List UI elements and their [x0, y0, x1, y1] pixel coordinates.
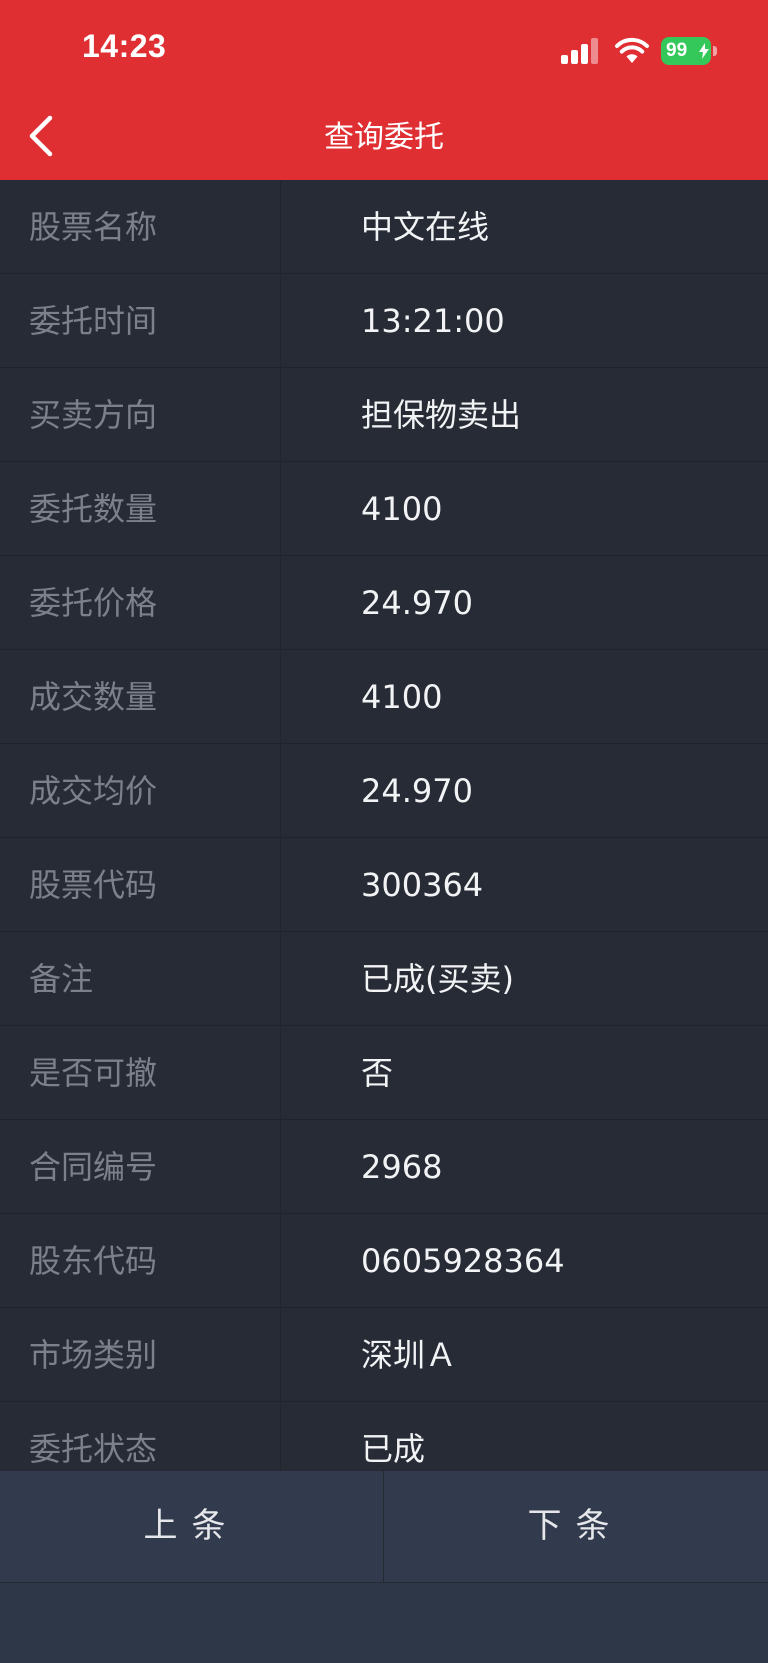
column-divider: [280, 838, 281, 931]
battery-cap: [713, 46, 717, 56]
column-divider: [280, 1308, 281, 1401]
detail-row-market: 市场类别 深圳Ａ: [0, 1308, 768, 1402]
status-time: 14:23: [82, 28, 167, 64]
battery-icon: 99: [661, 37, 719, 65]
page-title: 查询委托: [324, 120, 444, 155]
detail-value: 中文在线: [361, 208, 490, 246]
charging-bolt-icon: [699, 43, 709, 59]
detail-label: 委托时间: [29, 302, 158, 340]
wifi-icon: [615, 37, 649, 63]
column-divider: [280, 1214, 281, 1307]
detail-label: 合同编号: [29, 1148, 158, 1186]
detail-row-average-price: 成交均价 24.970: [0, 744, 768, 838]
detail-row-cancellable: 是否可撤 否: [0, 1026, 768, 1120]
column-divider: [280, 180, 281, 273]
column-divider: [280, 1120, 281, 1213]
detail-row-order-status: 委托状态 已成: [0, 1402, 768, 1470]
detail-value: 担保物卖出: [361, 396, 522, 434]
home-indicator-area: [0, 1583, 768, 1663]
detail-label: 股票代码: [29, 866, 158, 904]
cellular-signal-icon: [561, 38, 598, 64]
detail-value: 24.970: [361, 584, 473, 622]
column-divider: [280, 556, 281, 649]
order-detail-list[interactable]: 股票名称 中文在线 委托时间 13:21:00 买卖方向 担保物卖出 委托数量 …: [0, 180, 768, 1470]
detail-value: 0605928364: [361, 1242, 565, 1280]
detail-row-remark: 备注 已成(买卖): [0, 932, 768, 1026]
detail-value: 2968: [361, 1148, 443, 1186]
detail-value: 13:21:00: [361, 302, 505, 340]
detail-label: 备注: [29, 960, 94, 998]
next-record-button[interactable]: 下条: [384, 1471, 767, 1582]
detail-label: 成交均价: [29, 772, 158, 810]
detail-value: 4100: [361, 490, 443, 528]
detail-row-shareholder-code: 股东代码 0605928364: [0, 1214, 768, 1308]
detail-value: 已成(买卖): [361, 960, 514, 998]
detail-row-order-price: 委托价格 24.970: [0, 556, 768, 650]
previous-record-button[interactable]: 上条: [0, 1471, 383, 1582]
battery-percent: 99: [666, 40, 688, 61]
column-divider: [280, 744, 281, 837]
header-bar: 14:23 99 查询委托: [0, 0, 768, 180]
detail-value: 深圳Ａ: [361, 1336, 458, 1374]
column-divider: [280, 1402, 281, 1470]
detail-row-stock-name: 股票名称 中文在线: [0, 180, 768, 274]
detail-row-contract-number: 合同编号 2968: [0, 1120, 768, 1214]
column-divider: [280, 274, 281, 367]
column-divider: [280, 462, 281, 555]
detail-value: 否: [361, 1054, 394, 1092]
detail-value: 4100: [361, 678, 443, 716]
order-detail-screen: 14:23 99 查询委托 股票名称 中文在线 委托时间 13:21:00 买卖…: [0, 0, 768, 1663]
column-divider: [280, 368, 281, 461]
record-navigation-bar: 上条 下条: [0, 1470, 768, 1583]
detail-label: 委托价格: [29, 584, 158, 622]
detail-label: 买卖方向: [29, 396, 158, 434]
column-divider: [280, 650, 281, 743]
detail-label: 委托数量: [29, 490, 158, 528]
detail-value: 已成: [361, 1430, 426, 1468]
detail-row-order-time: 委托时间 13:21:00: [0, 274, 768, 368]
detail-label: 委托状态: [29, 1430, 158, 1468]
column-divider: [280, 932, 281, 1025]
detail-value: 24.970: [361, 772, 473, 810]
detail-label: 市场类别: [29, 1336, 158, 1374]
detail-label: 股票名称: [29, 208, 158, 246]
detail-value: 300364: [361, 866, 484, 904]
battery-level: 99: [661, 37, 711, 65]
column-divider: [280, 1026, 281, 1119]
detail-row-order-quantity: 委托数量 4100: [0, 462, 768, 556]
detail-row-stock-code: 股票代码 300364: [0, 838, 768, 932]
detail-row-filled-quantity: 成交数量 4100: [0, 650, 768, 744]
detail-label: 成交数量: [29, 678, 158, 716]
detail-label: 股东代码: [29, 1242, 158, 1280]
detail-label: 是否可撤: [29, 1054, 158, 1092]
detail-row-direction: 买卖方向 担保物卖出: [0, 368, 768, 462]
